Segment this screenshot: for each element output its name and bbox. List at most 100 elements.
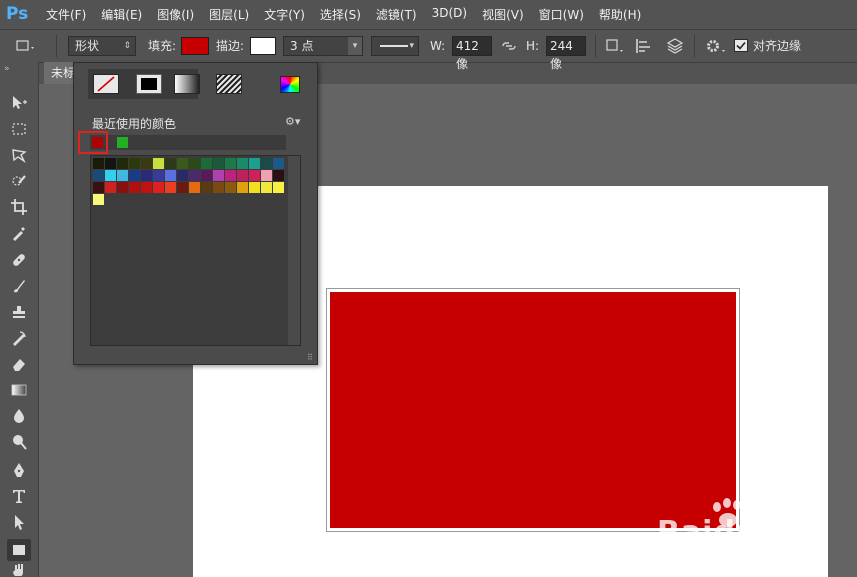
stroke-width-field[interactable]: 3 点 ▾ <box>283 36 363 56</box>
gradient-fill-button[interactable] <box>174 74 200 94</box>
history-brush-tool-icon[interactable] <box>7 327 31 349</box>
type-tool-icon[interactable] <box>7 485 31 507</box>
color-swatch[interactable] <box>93 182 104 193</box>
move-tool-icon[interactable] <box>7 92 31 114</box>
color-swatch[interactable] <box>189 170 200 181</box>
color-swatch[interactable] <box>189 182 200 193</box>
color-swatch[interactable] <box>129 170 140 181</box>
path-alignment-icon[interactable] <box>634 36 656 56</box>
height-input[interactable]: 244 像 <box>546 36 586 71</box>
color-swatch[interactable] <box>117 182 128 193</box>
color-swatch[interactable] <box>93 170 104 181</box>
pen-tool-icon[interactable] <box>7 459 31 481</box>
color-swatch[interactable] <box>213 170 224 181</box>
pattern-fill-button[interactable] <box>216 74 242 94</box>
color-swatch[interactable] <box>225 158 236 169</box>
color-swatch[interactable] <box>261 182 272 193</box>
color-swatch[interactable] <box>261 170 272 181</box>
menu-item[interactable]: 文件(F) <box>46 6 86 23</box>
color-swatch[interactable] <box>273 182 284 193</box>
color-swatch[interactable] <box>273 170 284 181</box>
color-swatch[interactable] <box>177 170 188 181</box>
color-swatch[interactable] <box>261 158 272 169</box>
rectangle-tool-icon[interactable] <box>7 539 31 561</box>
stroke-color-swatch[interactable] <box>250 37 276 55</box>
color-swatch[interactable] <box>225 182 236 193</box>
color-swatch[interactable] <box>153 158 164 169</box>
dodge-tool-icon[interactable] <box>7 431 31 453</box>
recent-color-swatch[interactable] <box>117 137 128 148</box>
blur-tool-icon[interactable] <box>7 405 31 427</box>
path-arrangement-icon[interactable] <box>664 36 686 56</box>
color-swatch[interactable] <box>237 158 248 169</box>
crop-tool-icon[interactable] <box>7 196 31 218</box>
menu-item[interactable]: 选择(S) <box>320 6 361 23</box>
color-swatch[interactable] <box>141 170 152 181</box>
color-swatch[interactable] <box>141 158 152 169</box>
color-swatch[interactable] <box>213 158 224 169</box>
menu-item[interactable]: 视图(V) <box>482 6 524 23</box>
menu-item[interactable]: 帮助(H) <box>599 6 641 23</box>
color-swatch[interactable] <box>201 170 212 181</box>
color-swatch[interactable] <box>105 158 116 169</box>
tool-preset-picker[interactable] <box>14 36 36 56</box>
resize-grip-icon[interactable]: ⠿ <box>307 354 315 362</box>
color-swatch[interactable] <box>249 182 260 193</box>
color-swatch[interactable] <box>201 182 212 193</box>
color-swatch[interactable] <box>117 170 128 181</box>
color-swatch[interactable] <box>273 158 284 169</box>
solid-color-button[interactable] <box>136 74 162 94</box>
menu-item[interactable]: 滤镜(T) <box>376 6 417 23</box>
gear-icon[interactable] <box>703 36 727 56</box>
color-swatch[interactable] <box>249 158 260 169</box>
path-selection-tool-icon[interactable] <box>7 511 31 533</box>
mode-dropdown[interactable]: 形状 ⇕ <box>68 36 136 56</box>
color-swatch[interactable] <box>105 182 116 193</box>
color-swatch[interactable] <box>117 158 128 169</box>
align-edges-checkbox[interactable] <box>734 39 748 52</box>
menu-item[interactable]: 窗口(W) <box>539 6 584 23</box>
no-fill-button[interactable] <box>93 74 119 94</box>
gear-icon[interactable]: ⚙▾ <box>285 115 300 128</box>
width-input[interactable]: 412 像 <box>452 36 492 71</box>
color-swatch[interactable] <box>165 170 176 181</box>
menu-item[interactable]: 编辑(E) <box>101 6 142 23</box>
healing-brush-tool-icon[interactable] <box>7 249 31 271</box>
link-icon[interactable] <box>500 36 518 56</box>
menu-item[interactable]: 图层(L) <box>209 6 249 23</box>
brush-tool-icon[interactable] <box>7 275 31 297</box>
hand-tool-icon[interactable] <box>7 564 31 576</box>
path-operations-icon[interactable] <box>604 36 626 56</box>
color-swatch[interactable] <box>93 158 104 169</box>
lasso-tool-icon[interactable] <box>7 144 31 166</box>
color-swatch[interactable] <box>201 158 212 169</box>
color-picker-icon[interactable] <box>280 76 300 93</box>
menu-item[interactable]: 3D(D) <box>432 6 467 23</box>
color-swatch[interactable] <box>105 170 116 181</box>
color-swatch[interactable] <box>249 170 260 181</box>
menu-item[interactable]: 文字(Y) <box>264 6 305 23</box>
gradient-tool-icon[interactable] <box>7 379 31 401</box>
eraser-tool-icon[interactable] <box>7 353 31 375</box>
color-swatch[interactable] <box>165 158 176 169</box>
color-swatch[interactable] <box>129 182 140 193</box>
scrollbar[interactable] <box>288 156 300 345</box>
color-swatch[interactable] <box>177 182 188 193</box>
stroke-type-dropdown[interactable]: ▾ <box>371 36 419 56</box>
color-swatch[interactable] <box>153 170 164 181</box>
color-swatch[interactable] <box>177 158 188 169</box>
color-swatch[interactable] <box>153 182 164 193</box>
color-swatch[interactable] <box>237 170 248 181</box>
color-swatch[interactable] <box>237 182 248 193</box>
eyedropper-tool-icon[interactable] <box>7 222 31 244</box>
menu-item[interactable]: 图像(I) <box>157 6 194 23</box>
color-swatch[interactable] <box>93 194 104 205</box>
clone-stamp-tool-icon[interactable] <box>7 301 31 323</box>
color-swatch[interactable] <box>165 182 176 193</box>
color-swatch[interactable] <box>129 158 140 169</box>
color-swatch[interactable] <box>213 182 224 193</box>
collapse-icon[interactable]: » <box>4 64 10 74</box>
marquee-tool-icon[interactable] <box>7 118 31 140</box>
color-swatch[interactable] <box>141 182 152 193</box>
fill-color-swatch[interactable] <box>181 37 209 55</box>
